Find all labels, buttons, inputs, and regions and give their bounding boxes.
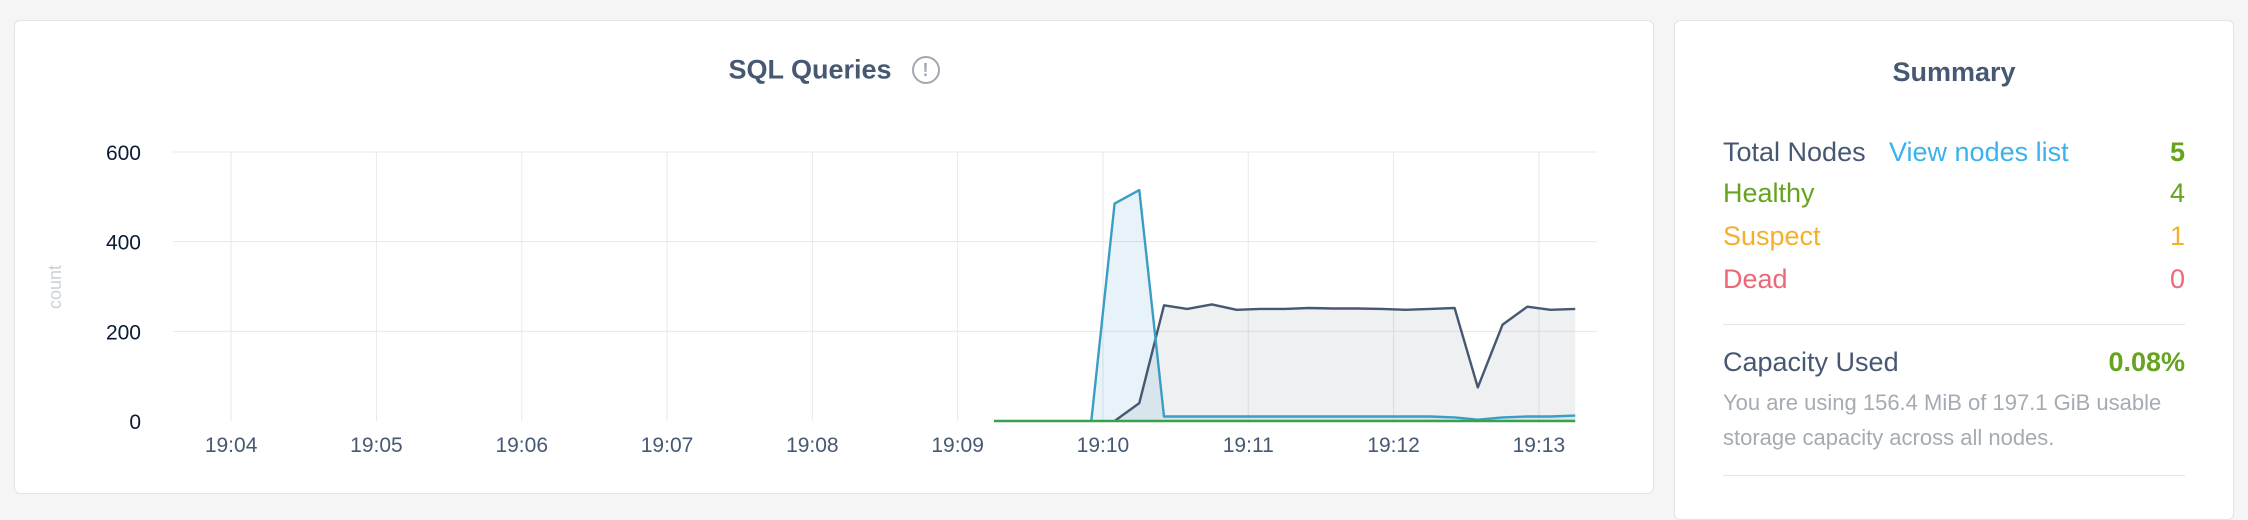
y-tick-label: 600 [106, 142, 141, 165]
summary-title: Summary [1892, 57, 2016, 87]
y-tick-label: 400 [106, 232, 141, 255]
dead-value: 0 [2169, 264, 2185, 294]
dead-row: Dead 0 [1723, 264, 2185, 300]
y-tick-label: 0 [129, 411, 141, 434]
capacity-description: You are using 156.4 MiB of 197.1 GiB usa… [1723, 390, 2162, 450]
x-tick-label: 19:04 [205, 434, 258, 457]
healthy-value: 4 [2169, 178, 2185, 208]
total-nodes-row: Total Nodes View nodes list 5 [1723, 137, 2185, 173]
x-tick-label: 19:05 [350, 434, 403, 457]
x-tick-label: 19:10 [1077, 434, 1130, 457]
total-nodes-value: 5 [2169, 137, 2185, 167]
x-tick-label: 19:13 [1513, 434, 1566, 457]
x-tick-label: 19:11 [1223, 434, 1274, 457]
suspect-value: 1 [2169, 221, 2185, 251]
healthy-row: Healthy 4 [1723, 178, 2185, 214]
capacity-label: Capacity Used [1723, 347, 1899, 377]
summary-divider [1723, 324, 2185, 325]
summary-divider-bottom [1723, 475, 2185, 476]
x-tick-label: 19:12 [1367, 434, 1420, 457]
x-tick-label: 19:07 [641, 434, 694, 457]
x-tick-label: 19:08 [786, 434, 839, 457]
suspect-row: Suspect 1 [1723, 221, 2185, 257]
sql-queries-chart-panel: SQL Queries! 600 400 200 0 19:04 19:05 19:06 19… [14, 20, 1654, 494]
summary-panel: Summary Total Nodes View nodes list 5 He… [1674, 20, 2234, 520]
dead-label: Dead [1723, 264, 1788, 294]
healthy-label: Healthy [1723, 178, 1815, 208]
total-nodes-label: Total Nodes [1723, 137, 1866, 167]
suspect-label: Suspect [1723, 221, 1821, 251]
view-nodes-list-link[interactable]: View nodes list [1889, 137, 2069, 168]
x-tick-label: 19:06 [495, 434, 548, 457]
capacity-value: 0.08% [2108, 347, 2185, 377]
y-axis-label: count [45, 265, 65, 309]
chart-plot: 600 400 200 0 19:04 19:05 19:06 19:07 19:08 19:09… [45, 142, 1597, 457]
x-tick-label: 19:09 [931, 434, 984, 457]
y-tick-label: 200 [106, 321, 141, 344]
